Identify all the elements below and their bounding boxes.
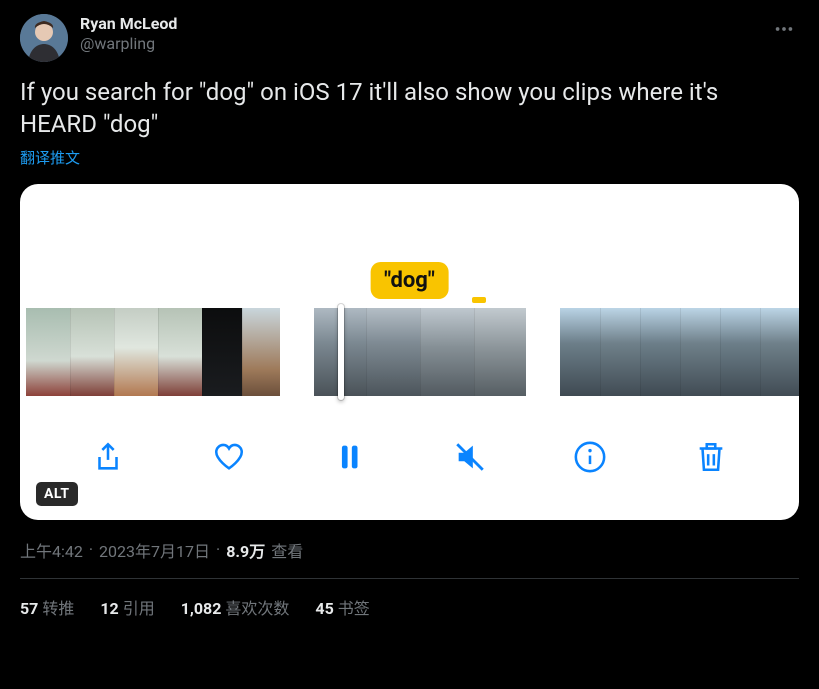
stat-retweets[interactable]: 57转推 <box>20 595 74 619</box>
stat-label: 引用 <box>123 599 155 618</box>
avatar[interactable] <box>20 14 68 62</box>
views-count: 8.9万 <box>226 538 265 562</box>
display-name[interactable]: Ryan McLeod <box>80 14 177 34</box>
timestamp[interactable]: 上午4:42 <box>20 538 83 562</box>
video-thumbnail <box>70 308 114 396</box>
video-thumbnail <box>242 308 280 396</box>
alt-badge[interactable]: ALT <box>36 482 78 506</box>
stat-label: 书签 <box>338 599 370 618</box>
stat-count: 45 <box>315 599 333 618</box>
clip-group[interactable] <box>560 308 799 396</box>
trash-icon[interactable] <box>691 437 731 477</box>
stat-label: 转推 <box>42 599 74 618</box>
video-thumbnail <box>420 308 474 396</box>
engagement-stats: 57转推 12 引用 1,082喜欢次数 45 书签 <box>20 579 799 619</box>
video-thumbnail <box>474 308 526 396</box>
handle[interactable]: @warpling <box>80 34 177 54</box>
playhead-tick-icon <box>472 297 486 303</box>
author-names: Ryan McLeod @warpling <box>80 14 177 54</box>
stat-count: 12 <box>100 599 118 618</box>
video-thumbnail <box>640 308 680 396</box>
more-icon[interactable] <box>769 14 799 48</box>
dot-separator: · <box>216 540 220 559</box>
video-thumbnail <box>158 308 202 396</box>
video-thumbnail <box>114 308 158 396</box>
tweet-container: Ryan McLeod @warpling If you search for … <box>0 0 819 619</box>
media-attachment[interactable]: "dog" <box>20 184 799 520</box>
video-thumbnail <box>560 308 600 396</box>
stat-bookmarks[interactable]: 45 书签 <box>315 595 369 619</box>
mute-icon[interactable] <box>450 437 490 477</box>
scrub-handle[interactable] <box>338 304 344 400</box>
info-icon[interactable] <box>570 437 610 477</box>
video-thumbnail <box>26 308 70 396</box>
share-icon[interactable] <box>88 437 128 477</box>
stat-quotes[interactable]: 12 引用 <box>100 595 154 619</box>
views-label: 查看 <box>271 538 303 562</box>
translate-link[interactable]: 翻译推文 <box>20 147 80 168</box>
video-thumbnail <box>680 308 720 396</box>
heart-icon[interactable] <box>209 437 249 477</box>
stat-count: 57 <box>20 599 38 618</box>
tweet-metadata: 上午4:42 · 2023年7月17日 · 8.9万 查看 <box>20 538 799 562</box>
video-thumbnail <box>600 308 640 396</box>
clip-group[interactable] <box>26 308 280 396</box>
date[interactable]: 2023年7月17日 <box>99 538 210 562</box>
stat-likes[interactable]: 1,082喜欢次数 <box>181 595 290 619</box>
stat-label: 喜欢次数 <box>225 599 289 618</box>
tweet-text: If you search for "dog" on iOS 17 it'll … <box>20 76 799 141</box>
media-toolbar <box>20 424 799 490</box>
stat-count: 1,082 <box>181 599 222 618</box>
clip-group[interactable] <box>314 308 526 396</box>
pause-icon[interactable] <box>329 437 369 477</box>
video-thumbnail <box>720 308 760 396</box>
dot-separator: · <box>89 540 93 559</box>
filmstrip <box>20 308 799 396</box>
caption-bubble: "dog" <box>370 262 449 299</box>
video-thumbnail <box>366 308 420 396</box>
video-thumbnail <box>760 308 799 396</box>
video-thumbnail <box>202 308 242 396</box>
tweet-header: Ryan McLeod @warpling <box>20 14 799 62</box>
